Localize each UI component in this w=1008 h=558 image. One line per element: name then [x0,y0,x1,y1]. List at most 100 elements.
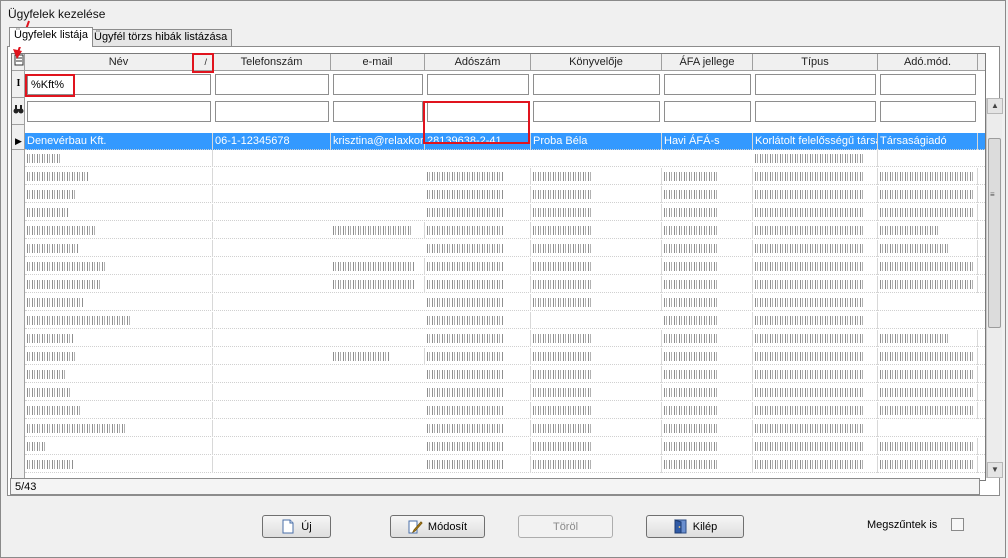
blurred-cell [753,366,878,383]
filter-email-input[interactable] [333,74,423,95]
blurred-cell [662,276,753,293]
search-accountant-input[interactable] [533,101,660,122]
blurred-cell [425,402,531,419]
blurred-cell [531,438,662,455]
blurred-cell [662,240,753,257]
blurred-cell [25,204,213,221]
blurred-cell [531,168,662,185]
filter-type-input[interactable] [755,74,876,95]
table-row[interactable] [25,348,985,365]
blurred-cell [531,222,662,239]
column-header-name[interactable]: Név / [25,54,213,71]
table-row[interactable] [25,240,985,257]
blurred-cell [662,438,753,455]
exit-button-label: Kilép [692,520,718,533]
blurred-cell [425,168,531,185]
table-row[interactable] [25,294,985,311]
blurred-cell [662,420,753,437]
column-header-tax-mode[interactable]: Adó.mód. [878,54,978,71]
search-row-icon [12,98,25,125]
filter-tax-mode-input[interactable] [880,74,976,95]
scrollbar-thumb[interactable] [988,138,1001,328]
table-row[interactable] [25,150,985,167]
blurred-cell [662,456,753,473]
column-header-vat-type[interactable]: ÁFA jellege [662,54,753,71]
search-name-input[interactable] [27,101,211,122]
blurred-cell [878,384,978,401]
search-tax-number-input[interactable] [427,101,529,122]
blurred-cell [531,348,662,365]
modify-button[interactable]: Módosít [390,515,485,538]
show-terminated-checkbox[interactable] [951,518,964,531]
table-row[interactable] [25,258,985,275]
filter-accountant-input[interactable] [533,74,660,95]
blurred-cell [25,186,213,203]
blurred-cell [878,330,978,347]
record-position-status: 5/43 [10,478,980,495]
tab-customer-list[interactable]: Ügyfelek listája [9,27,93,47]
filter-name-input[interactable] [27,74,211,95]
window-title: Ügyfelek kezelése [8,7,106,21]
column-header-accountant[interactable]: Könyvelője [531,54,662,71]
blurred-cell [753,330,878,347]
search-phone-input[interactable] [215,101,329,122]
delete-button[interactable]: Töröl [518,515,613,538]
blurred-cell [331,222,425,239]
table-row[interactable] [25,168,985,185]
table-row[interactable] [25,330,985,347]
blurred-cell [531,420,662,437]
table-row[interactable] [25,366,985,383]
scroll-up-icon[interactable]: ▲ [987,98,1003,114]
new-button[interactable]: Új [262,515,331,538]
search-row [25,98,985,125]
exit-button[interactable]: Kilép [646,515,744,538]
blurred-cell [425,258,531,275]
scroll-down-icon[interactable]: ▼ [987,462,1003,478]
blurred-cell [25,168,213,185]
blurred-cell [878,258,978,275]
blurred-cell [531,402,662,419]
table-row[interactable] [25,420,985,437]
sort-indicator-icon[interactable]: / [204,54,207,71]
grid-corner-icon[interactable] [12,54,25,71]
edit-document-icon [408,519,423,534]
filter-phone-input[interactable] [215,74,329,95]
filter-tax-number-input[interactable] [427,74,529,95]
blurred-cell [753,420,878,437]
column-header-phone[interactable]: Telefonszám [213,54,331,71]
table-row[interactable] [25,186,985,203]
search-tax-mode-input[interactable] [880,101,976,122]
table-row-selected[interactable]: Denevérbau Kft. 06-1-12345678 krisztina@… [25,133,985,150]
table-row[interactable] [25,402,985,419]
search-type-input[interactable] [755,101,876,122]
blurred-cell [25,456,213,473]
search-vat-type-input[interactable] [664,101,751,122]
blurred-cell [425,456,531,473]
grid-vertical-scrollbar[interactable]: ▲ ≡ ▼ [986,98,1003,478]
table-row[interactable] [25,276,985,293]
table-row[interactable] [25,204,985,221]
table-row[interactable] [25,312,985,329]
column-header-tax-number[interactable]: Adószám [425,54,531,71]
blurred-cell [531,204,662,221]
table-row[interactable] [25,438,985,455]
blurred-cell [662,222,753,239]
blurred-cell [425,366,531,383]
customer-management-window: Ügyfelek kezelése Ügyfelek listája Ügyfé… [0,0,1006,558]
table-row[interactable] [25,222,985,239]
column-header-type[interactable]: Típus [753,54,878,71]
search-email-input[interactable] [333,101,423,122]
blurred-cell [662,258,753,275]
blurred-cell [753,186,878,203]
blurred-cell [425,222,531,239]
column-header-email[interactable]: e-mail [331,54,425,71]
filter-vat-type-input[interactable] [664,74,751,95]
blurred-cell [753,150,878,167]
blurred-cell [662,348,753,365]
table-row[interactable] [25,384,985,401]
customer-grid[interactable]: I ▶ Név / Telefonszám e-mail Adószám Kön… [11,53,986,481]
blurred-cell [753,294,878,311]
table-row[interactable] [25,456,985,473]
tab-customer-master-errors[interactable]: Ügyfél törzs hibák listázása [89,29,233,46]
blurred-cell [531,456,662,473]
